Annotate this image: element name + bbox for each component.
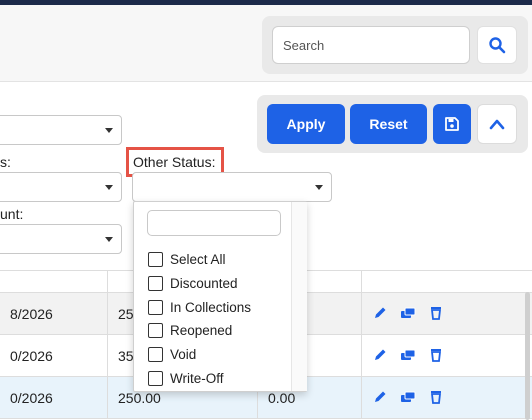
dropdown-scrollbar[interactable] [291, 202, 307, 391]
checkbox[interactable] [148, 370, 163, 386]
date-cell: 0/2026 [0, 335, 108, 377]
payment-icon[interactable] [400, 347, 416, 363]
search-icon [489, 37, 506, 54]
delete-icon[interactable] [428, 305, 444, 321]
other-status-label: Other Status: [133, 154, 216, 170]
checkbox[interactable] [148, 251, 163, 267]
amount-filter-select[interactable] [0, 224, 122, 254]
option-void[interactable]: Void [148, 344, 196, 364]
amount-filter-label: unt: [0, 206, 24, 222]
checkbox[interactable] [148, 299, 163, 315]
edit-icon[interactable] [372, 347, 388, 363]
collapse-filters-button[interactable] [477, 104, 517, 144]
status-filter-label: s: [0, 154, 11, 170]
option-label: Reopened [170, 322, 233, 338]
apply-button[interactable]: Apply [267, 104, 345, 144]
checkbox[interactable] [148, 275, 163, 291]
payment-icon[interactable] [400, 389, 416, 405]
other-status-dropdown: Select All Discounted In Collections Reo… [133, 201, 307, 392]
payment-icon[interactable] [400, 305, 416, 321]
column-header [0, 271, 108, 293]
save-icon [445, 117, 459, 131]
option-discounted[interactable]: Discounted [148, 273, 238, 293]
date-cell: 8/2026 [0, 293, 108, 335]
status-filter-select[interactable] [0, 172, 122, 202]
chevron-down-icon [315, 185, 323, 190]
chevron-down-icon [105, 185, 113, 190]
option-write-off[interactable]: Write-Off [148, 368, 224, 388]
option-label: Write-Off [170, 370, 224, 386]
other-status-select[interactable] [132, 172, 332, 202]
chevron-down-icon [105, 128, 113, 133]
edit-icon[interactable] [372, 389, 388, 405]
option-label: Select All [170, 251, 226, 267]
option-reopened[interactable]: Reopened [148, 320, 232, 340]
reset-button[interactable]: Reset [350, 104, 427, 144]
option-in-collections[interactable]: In Collections [148, 297, 251, 317]
search-button[interactable] [477, 26, 517, 64]
delete-icon[interactable] [428, 389, 444, 405]
option-select-all[interactable]: Select All [148, 249, 226, 269]
filter-select-1[interactable] [0, 115, 122, 145]
option-label: In Collections [170, 299, 252, 315]
table-scrollbar[interactable] [525, 292, 530, 420]
delete-icon[interactable] [428, 347, 444, 363]
option-label: Discounted [170, 275, 238, 291]
checkbox[interactable] [148, 346, 163, 362]
save-filter-button[interactable] [433, 104, 471, 144]
search-input[interactable] [272, 26, 470, 64]
search-area [262, 16, 528, 74]
chevron-down-icon [105, 237, 113, 242]
dropdown-filter-input[interactable] [147, 210, 281, 236]
date-cell: 0/2026 [0, 377, 108, 419]
edit-icon[interactable] [372, 305, 388, 321]
filter-actions: Apply Reset [257, 95, 528, 153]
chevron-up-icon [489, 119, 505, 130]
checkbox[interactable] [148, 322, 163, 338]
option-label: Void [170, 346, 197, 362]
